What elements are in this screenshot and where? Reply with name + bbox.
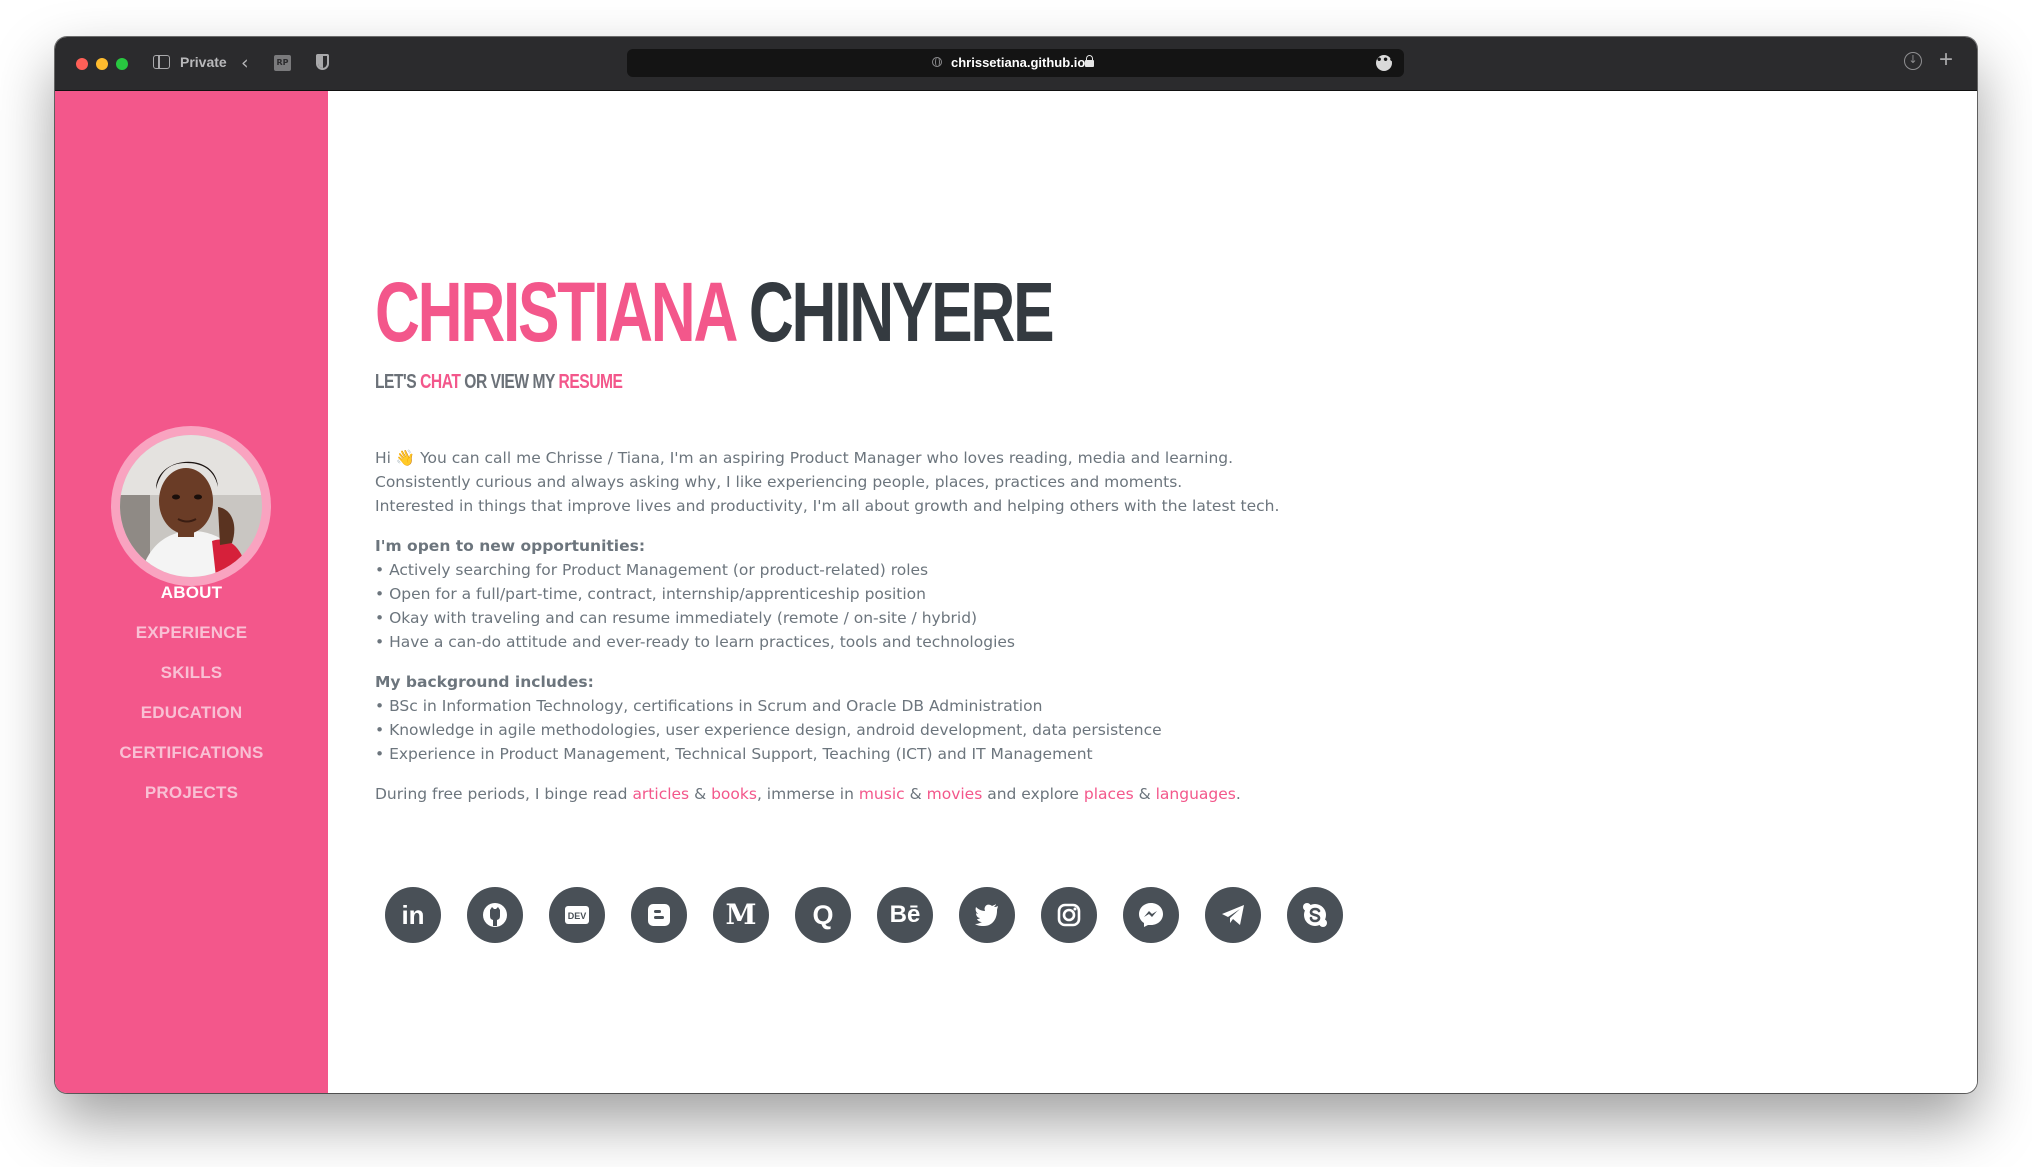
first-name: CHRISTIANA [375, 265, 736, 359]
free-time-text: . [1235, 785, 1241, 803]
free-time-text: & [689, 785, 712, 803]
list-item: • Okay with traveling and can resume imm… [375, 609, 978, 627]
close-window-button[interactable] [76, 58, 88, 70]
sidebar-nav: About Experience Skills Education Certif… [55, 573, 328, 813]
list-item: • Knowledge in agile methodologies, user… [375, 721, 1162, 739]
linkedin-icon[interactable]: in [385, 887, 441, 943]
download-icon[interactable]: ↓ [1904, 52, 1922, 70]
intro-line: Consistently curious and always asking w… [375, 473, 1183, 491]
dev-icon[interactable]: DEV [549, 887, 605, 943]
free-time-text: & [1133, 785, 1156, 803]
free-time-text: During free periods, I binge read [375, 785, 633, 803]
opportunities-paragraph: I'm open to new opportunities: • Activel… [375, 534, 1475, 654]
books-link[interactable]: books [711, 785, 757, 803]
main-content: CHRISTIANA CHINYERE LET'S CHAT OR VIEW M… [328, 91, 1977, 1093]
messenger-icon[interactable] [1123, 887, 1179, 943]
github-icon[interactable] [467, 887, 523, 943]
last-name: CHINYERE [748, 265, 1055, 359]
free-time-paragraph: During free periods, I binge read articl… [375, 782, 1475, 806]
intro-line: Interested in things that improve lives … [375, 497, 1280, 515]
twitter-icon[interactable] [959, 887, 1015, 943]
zoom-window-button[interactable] [116, 58, 128, 70]
intro-paragraph: Hi 👋 You can call me Chrisse / Tiana, I'… [375, 446, 1475, 518]
tagline: LET'S CHAT OR VIEW MY RESUME [375, 371, 623, 394]
resume-link[interactable]: RESUME [559, 371, 623, 393]
nav-projects[interactable]: Projects [55, 773, 328, 813]
minimize-window-button[interactable] [96, 58, 108, 70]
background-paragraph: My background includes: • BSc in Informa… [375, 670, 1475, 766]
address-bar[interactable]: chrissetiana.github.io ••• [627, 49, 1404, 77]
browser-window: Private ‹ RP chrissetiana.github.io ••• … [55, 37, 1977, 1093]
nav-education[interactable]: Education [55, 693, 328, 733]
sidebar: About Experience Skills Education Certif… [55, 91, 328, 1093]
tagline-middle: OR VIEW MY [464, 371, 555, 393]
instagram-icon[interactable] [1041, 887, 1097, 943]
extension-icon[interactable]: RP [274, 55, 291, 71]
private-label: Private [180, 54, 227, 70]
free-time-text: & [904, 785, 927, 803]
about-section: Hi 👋 You can call me Chrisse / Tiana, I'… [375, 446, 1475, 822]
lock-icon [1085, 55, 1094, 67]
shield-icon[interactable] [316, 54, 329, 70]
articles-link[interactable]: articles [632, 785, 689, 803]
blogger-icon[interactable] [631, 887, 687, 943]
url-text: chrissetiana.github.io [951, 55, 1086, 70]
telegram-icon[interactable] [1205, 887, 1261, 943]
chat-link[interactable]: CHAT [420, 371, 461, 393]
nav-about[interactable]: About [55, 573, 328, 613]
sidebar-toggle-icon[interactable] [153, 55, 170, 69]
avatar [111, 426, 271, 586]
behance-icon[interactable]: Bē [877, 887, 933, 943]
medium-icon[interactable]: M [713, 887, 769, 943]
list-item: • Actively searching for Product Managem… [375, 561, 929, 579]
intro-line: Hi 👋 You can call me Chrisse / Tiana, I'… [375, 449, 1234, 467]
profile-photo [120, 435, 262, 577]
list-item: • BSc in Information Technology, certifi… [375, 697, 1043, 715]
globe-icon [932, 57, 942, 67]
tagline-prefix: LET'S [375, 371, 417, 393]
page-title: CHRISTIANA CHINYERE [375, 265, 1055, 359]
free-time-text: , immerse in [756, 785, 859, 803]
list-item: • Experience in Product Management, Tech… [375, 745, 1093, 763]
browser-titlebar: Private ‹ RP chrissetiana.github.io ••• … [55, 37, 1977, 91]
music-link[interactable]: music [859, 785, 905, 803]
movies-link[interactable]: movies [927, 785, 983, 803]
list-item: • Have a can-do attitude and ever-ready … [375, 633, 1015, 651]
back-icon[interactable]: ‹ [241, 52, 249, 74]
nav-experience[interactable]: Experience [55, 613, 328, 653]
free-time-text: and explore [982, 785, 1084, 803]
more-options-icon[interactable]: ••• [1376, 55, 1395, 71]
list-item: • Open for a full/part-time, contract, i… [375, 585, 926, 603]
quora-icon[interactable]: Q [795, 887, 851, 943]
nav-skills[interactable]: Skills [55, 653, 328, 693]
opportunities-heading: I'm open to new opportunities: [375, 537, 646, 555]
skype-icon[interactable] [1287, 887, 1343, 943]
new-tab-icon[interactable]: + [1939, 46, 1953, 74]
nav-certifications[interactable]: Certifications [55, 733, 328, 773]
background-heading: My background includes: [375, 673, 594, 691]
svg-text:DEV: DEV [568, 911, 587, 921]
places-link[interactable]: places [1084, 785, 1134, 803]
languages-link[interactable]: languages [1156, 785, 1236, 803]
